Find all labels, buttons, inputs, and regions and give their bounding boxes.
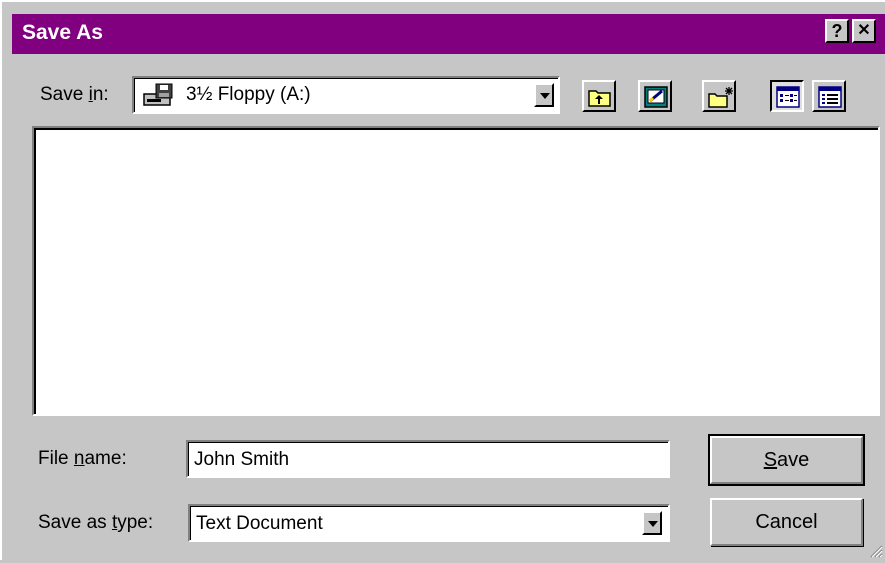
- close-icon: ✕: [857, 22, 871, 39]
- save-button[interactable]: Save: [708, 434, 865, 486]
- save-as-type-dropdown-button[interactable]: [642, 511, 662, 535]
- details-view-button[interactable]: [812, 80, 846, 112]
- save-as-type-label: Save as type:: [38, 512, 154, 533]
- file-list-pane[interactable]: [32, 126, 880, 416]
- window-title: Save As: [22, 21, 103, 44]
- resize-grip-icon[interactable]: [867, 542, 883, 558]
- file-name-label: File name:: [38, 448, 127, 469]
- cancel-button[interactable]: Cancel: [710, 498, 863, 546]
- file-name-value: John Smith: [194, 449, 290, 470]
- list-view-button[interactable]: [770, 80, 804, 112]
- save-in-dropdown-button[interactable]: [534, 83, 554, 107]
- desktop-button[interactable]: [638, 80, 672, 112]
- close-button[interactable]: ✕: [852, 19, 876, 43]
- save-as-type-value: Text Document: [196, 513, 323, 534]
- help-button[interactable]: ?: [825, 19, 849, 43]
- floppy-drive-icon: [142, 82, 178, 113]
- save-in-label: Save in:: [40, 84, 109, 105]
- save-in-value: 3½ Floppy (A:): [186, 84, 311, 105]
- title-bar[interactable]: Save As ? ✕: [12, 14, 885, 54]
- help-icon: ?: [831, 21, 843, 41]
- file-name-input[interactable]: John Smith: [186, 440, 670, 478]
- save-in-combobox[interactable]: 3½ Floppy (A:): [132, 76, 560, 114]
- save-as-dialog: Save As ? ✕ Save in: 3½ Floppy (A:) File…: [0, 0, 885, 560]
- new-folder-button[interactable]: [702, 80, 736, 112]
- save-as-type-combobox[interactable]: Text Document: [188, 504, 670, 542]
- up-one-level-button[interactable]: [582, 80, 616, 112]
